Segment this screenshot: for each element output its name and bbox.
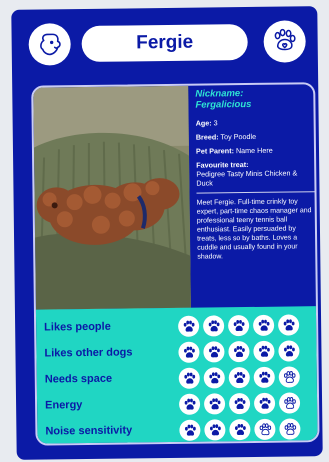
paw-filled-icon: [253, 366, 275, 388]
paw-rating: [178, 340, 300, 363]
paw-filled-icon: [203, 393, 226, 415]
pet-details: Nickname: Fergalicious Age: 3 Breed: Toy…: [195, 88, 315, 262]
paw-filled-icon: [204, 419, 226, 441]
paw-filled-icon: [203, 367, 225, 389]
dog-head-icon: [40, 33, 61, 56]
paw-filled-icon: [278, 314, 300, 336]
paw-filled-icon: [178, 367, 200, 389]
trait-row: Noise sensitivity: [37, 418, 319, 445]
breed-label: Breed:: [195, 132, 219, 142]
trait-label: Likes other dogs: [44, 346, 133, 360]
traits-section: Likes people Likes other dogs Needs space E…: [35, 306, 320, 446]
paw-filled-icon: [203, 341, 225, 363]
favourite-treat-value: Pedigree Tasty Minis Chicken & Duck: [196, 168, 298, 188]
pet-parent-label: Pet Parent:: [195, 146, 235, 156]
trait-label: Needs space: [44, 372, 113, 386]
age-value: 3: [213, 118, 218, 128]
paw-filled-icon: [253, 314, 275, 336]
paw-outline-icon: [254, 418, 276, 440]
nickname-value: Fergalicious: [195, 98, 252, 111]
paw-outline-icon: [278, 392, 301, 414]
details-divider: [196, 191, 315, 194]
trait-row: Needs space: [37, 366, 320, 393]
paw-filled-icon: [203, 315, 225, 337]
paw-rating: [178, 314, 300, 337]
trait-row: Likes other dogs: [36, 340, 319, 367]
paw-filled-icon: [178, 315, 200, 337]
trait-label: Energy: [45, 399, 83, 412]
paw-rating: [179, 418, 301, 441]
paw-filled-icon: [278, 340, 300, 362]
paw-rating: [178, 366, 300, 389]
paw-rating: [178, 392, 301, 415]
breed-fact: Breed: Toy Poodle: [195, 131, 314, 142]
paw-filled-icon: [228, 341, 250, 363]
age-fact: Age: 3: [196, 117, 314, 127]
paw-filled-icon: [178, 393, 201, 415]
pet-parent-fact: Pet Parent: Name Here: [195, 145, 314, 156]
breed-value: Toy Poodle: [220, 131, 257, 142]
paw-outline-icon: [279, 418, 301, 440]
paw-filled-icon: [253, 392, 276, 414]
age-label: Age:: [195, 118, 212, 128]
paw-filled-icon: [228, 392, 251, 415]
paw-heart-badge: [263, 20, 306, 63]
pet-profile-card: Fergie Nickname: Fergalicious Age: 3 Bre…: [11, 6, 323, 460]
paw-filled-icon: [253, 340, 275, 362]
paw-outline-icon: [278, 366, 300, 388]
favourite-treat-fact: Favourite treat: Pedigree Tasty Minis Ch…: [196, 159, 314, 188]
paw-filled-icon: [229, 418, 251, 441]
trait-row: Likes people: [36, 314, 320, 341]
trait-label: Likes people: [44, 320, 111, 334]
paw-filled-icon: [178, 341, 200, 363]
profile-panel: Nickname: Fergalicious Age: 3 Breed: Toy…: [31, 82, 320, 446]
trait-label: Noise sensitivity: [45, 424, 133, 438]
pet-parent-value: Name Here: [235, 145, 273, 155]
trait-row: Energy: [37, 392, 320, 419]
pet-name-title: Fergie: [81, 24, 248, 63]
dog-head-badge: [28, 23, 71, 66]
paw-filled-icon: [228, 315, 250, 337]
paw-filled-icon: [228, 367, 250, 389]
pet-bio: Meet Fergie. Full-time crinkly toy exper…: [196, 198, 312, 261]
paw-heart-icon: [274, 28, 296, 51]
pet-photo: [33, 85, 191, 310]
paw-filled-icon: [179, 419, 201, 441]
